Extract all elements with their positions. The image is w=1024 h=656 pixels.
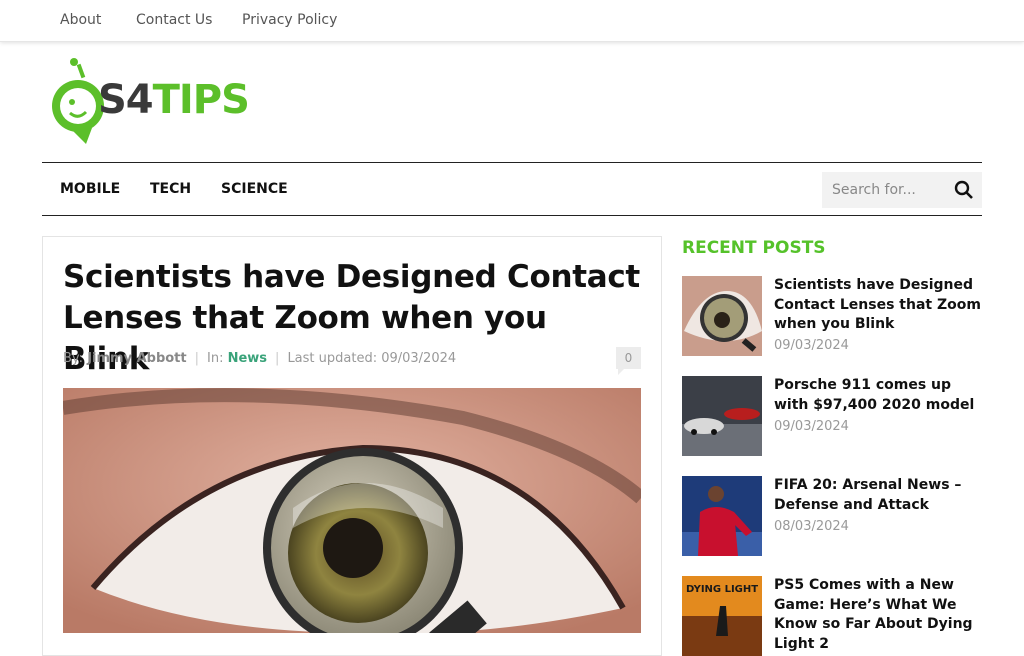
article-hero-image bbox=[63, 388, 641, 633]
comment-count-badge[interactable]: 0 bbox=[616, 347, 641, 375]
recent-posts-title: RECENT POSTS bbox=[682, 238, 826, 258]
post-thumbnail[interactable] bbox=[682, 276, 762, 356]
search-input[interactable] bbox=[822, 172, 952, 208]
nav-item-science[interactable]: SCIENCE bbox=[221, 181, 288, 197]
eye-thumbnail bbox=[682, 276, 762, 356]
by-label: By: bbox=[63, 351, 84, 366]
post-date: 09/03/2024 bbox=[774, 338, 849, 353]
site-logo[interactable]: S4TIPS bbox=[46, 58, 276, 148]
post-title[interactable]: PS5 Comes with a New Game: Here’s What W… bbox=[774, 576, 986, 654]
recent-post[interactable]: Scientists have Designed Contact Lenses … bbox=[682, 276, 982, 356]
recent-post[interactable]: DYING LIGHT 2 PS5 Comes with a New Game:… bbox=[682, 576, 982, 656]
main-nav: MOBILE TECH SCIENCE bbox=[42, 162, 982, 216]
recent-post[interactable]: FIFA 20: Arsenal News – Defense and Atta… bbox=[682, 476, 982, 556]
nav-item-mobile[interactable]: MOBILE bbox=[60, 181, 120, 197]
last-updated: Last updated: 09/03/2024 bbox=[287, 351, 457, 366]
search-box bbox=[822, 172, 982, 208]
post-date: 08/03/2024 bbox=[774, 519, 849, 534]
top-link-privacy[interactable]: Privacy Policy bbox=[242, 12, 337, 28]
dying-light-thumbnail: DYING LIGHT 2 bbox=[682, 576, 762, 656]
top-link-contact[interactable]: Contact Us bbox=[136, 12, 212, 28]
post-title[interactable]: FIFA 20: Arsenal News – Defense and Atta… bbox=[774, 476, 986, 515]
category-link[interactable]: News bbox=[228, 351, 267, 366]
search-icon[interactable] bbox=[954, 180, 974, 200]
post-thumbnail[interactable]: DYING LIGHT 2 bbox=[682, 576, 762, 656]
magnified-eye-image bbox=[63, 388, 641, 633]
post-title[interactable]: Porsche 911 comes up with $97,400 2020 m… bbox=[774, 376, 986, 415]
logo-text: S4TIPS bbox=[98, 77, 250, 123]
top-bar: About Contact Us Privacy Policy bbox=[0, 0, 1024, 42]
in-label: In: bbox=[207, 351, 224, 366]
article-meta: By: Jimmy Abbott | In: News | Last updated: … bbox=[63, 351, 457, 366]
cars-thumbnail bbox=[682, 376, 762, 456]
top-link-about[interactable]: About bbox=[60, 12, 101, 28]
post-date: 09/03/2024 bbox=[774, 419, 849, 434]
author-link[interactable]: Jimmy Abbott bbox=[87, 351, 186, 366]
post-thumbnail[interactable] bbox=[682, 476, 762, 556]
svg-text:DYING LIGHT 2: DYING LIGHT 2 bbox=[686, 584, 762, 595]
recent-post[interactable]: Porsche 911 comes up with $97,400 2020 m… bbox=[682, 376, 982, 456]
post-title[interactable]: Scientists have Designed Contact Lenses … bbox=[774, 276, 986, 335]
footballer-thumbnail bbox=[682, 476, 762, 556]
article-card: Scientists have Designed Contact Lenses … bbox=[42, 236, 662, 656]
post-thumbnail[interactable] bbox=[682, 376, 762, 456]
nav-item-tech[interactable]: TECH bbox=[150, 181, 191, 197]
